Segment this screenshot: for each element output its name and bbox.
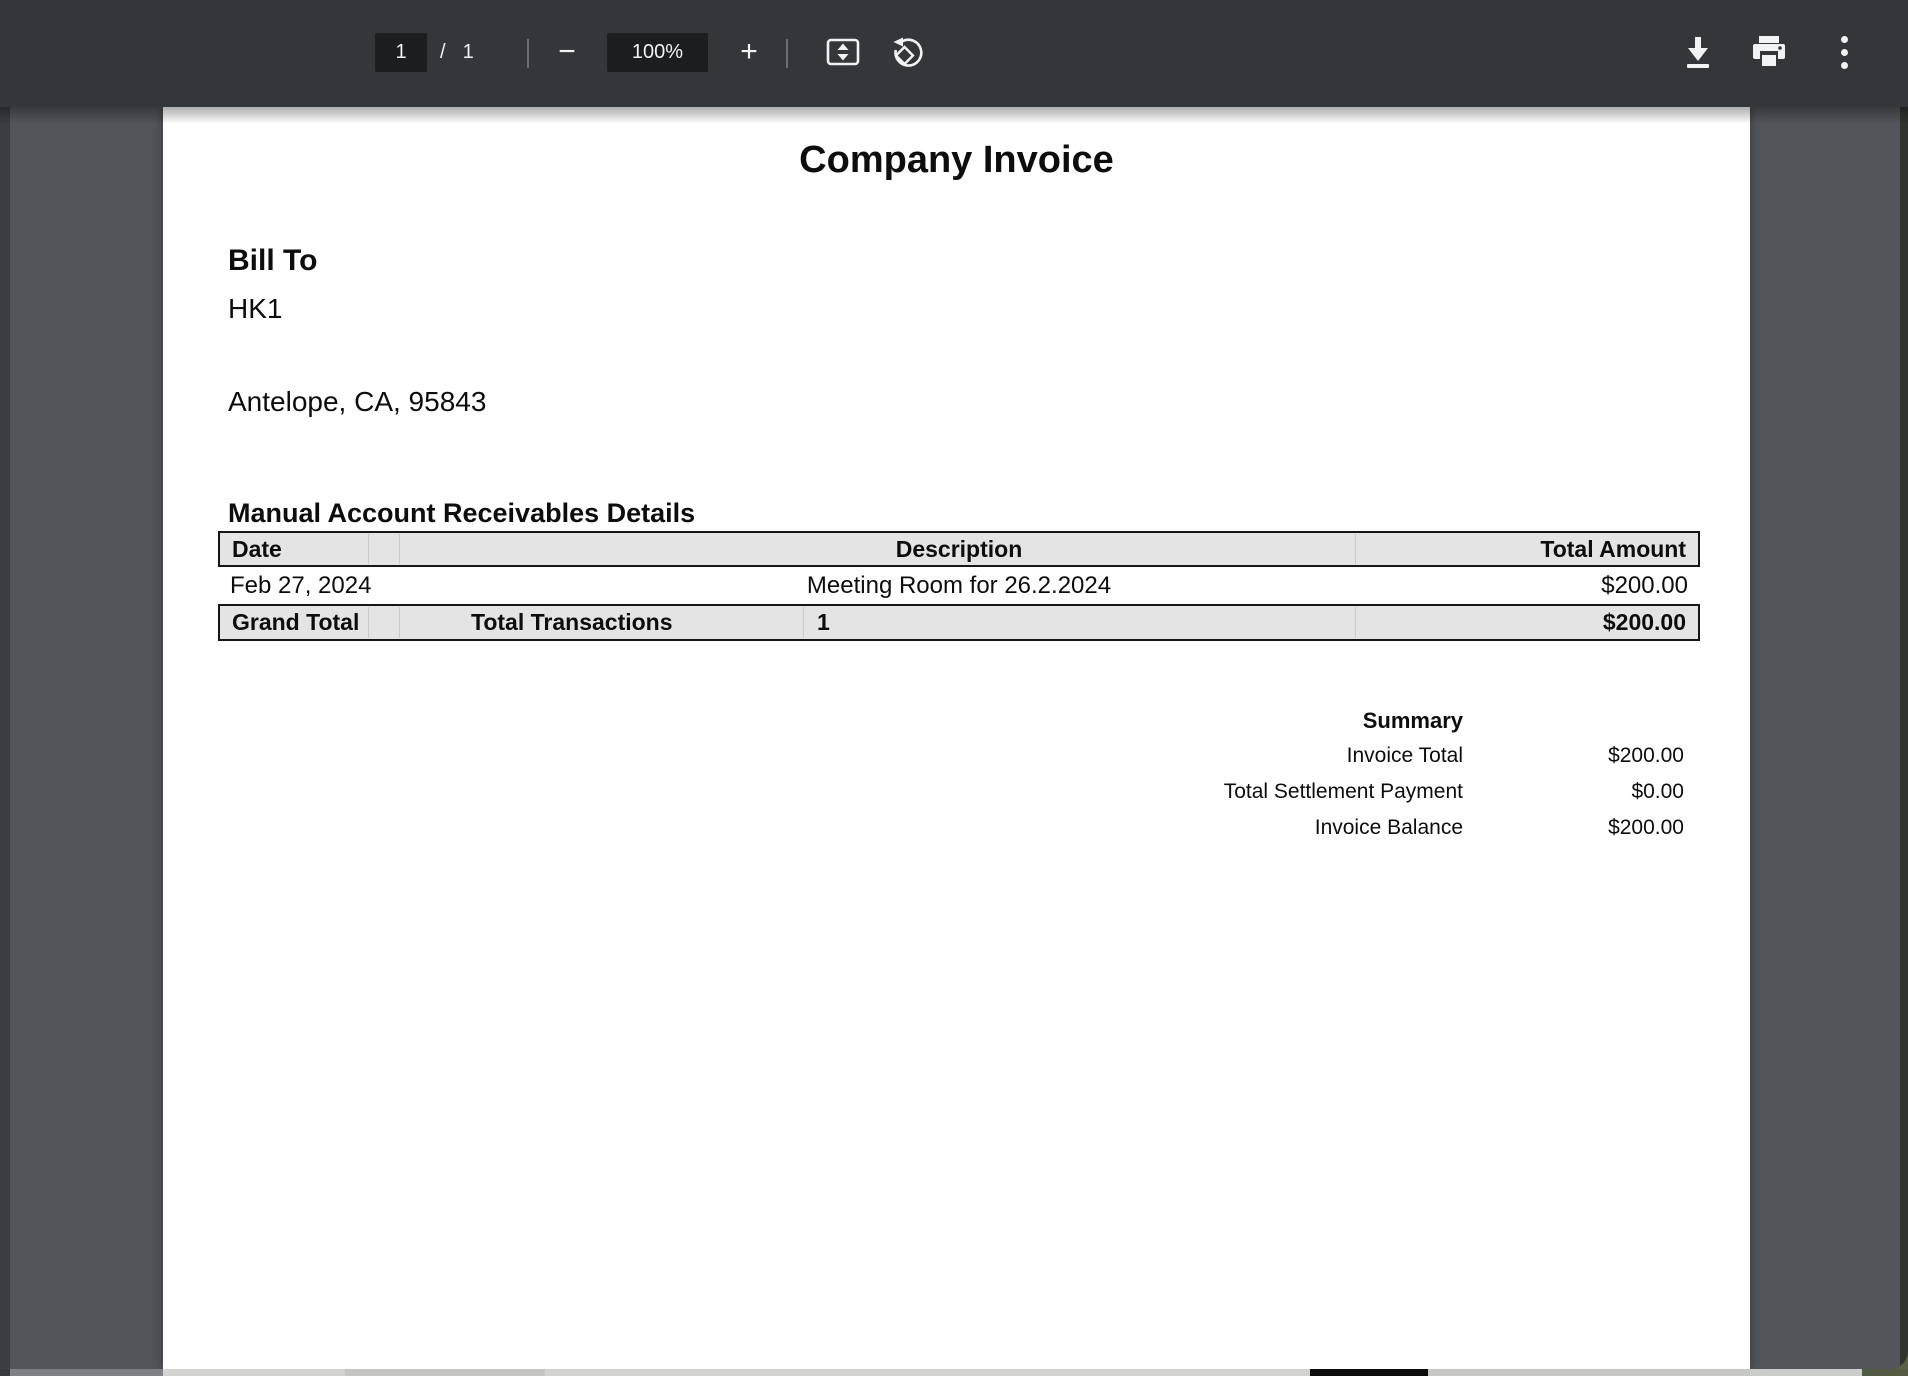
scrollbar-track[interactable] — [1900, 107, 1908, 1369]
summary-section: Summary Invoice Total $200.00 Total Sett… — [784, 708, 1684, 852]
summary-label: Invoice Balance — [1315, 816, 1463, 840]
taskbar-segment — [163, 1369, 345, 1376]
document-viewport: Company Invoice Bill To HK1 Antelope, CA… — [0, 107, 1908, 1369]
table-header-row: Date Description Total Amount — [218, 531, 1700, 567]
page-separator: / — [440, 41, 446, 64]
zoom-in-icon: + — [740, 37, 758, 67]
fit-to-page-button[interactable] — [823, 32, 863, 72]
page-navigation: / 1 — [375, 33, 474, 72]
summary-value: $200.00 — [1608, 744, 1684, 768]
viewer-left-edge — [0, 107, 10, 1369]
pdf-toolbar: / 1 − 100% + — [0, 0, 1908, 107]
taskbar-segment — [345, 1369, 545, 1376]
more-options-button[interactable] — [1824, 32, 1864, 72]
summary-row: Invoice Balance $200.00 — [784, 816, 1684, 852]
column-separator — [399, 534, 400, 564]
summary-label: Invoice Total — [1347, 744, 1463, 768]
zoom-level-value: 100% — [632, 41, 683, 64]
table-row: Feb 27, 2024 Meeting Room for 26.2.2024 … — [218, 567, 1700, 604]
toolbar-divider — [786, 39, 788, 68]
bill-to-address: Antelope, CA, 95843 — [228, 386, 486, 418]
taskbar-segment — [10, 1369, 163, 1376]
summary-heading-row: Summary — [784, 708, 1684, 744]
column-separator — [368, 534, 369, 564]
summary-row: Invoice Total $200.00 — [784, 744, 1684, 780]
download-icon — [1684, 35, 1712, 69]
rotate-counterclockwise-icon — [892, 36, 924, 68]
cell-date: Feb 27, 2024 — [230, 567, 371, 604]
column-separator — [368, 607, 369, 638]
summary-row: Total Settlement Payment $0.00 — [784, 780, 1684, 816]
desktop-edge — [1862, 1369, 1908, 1376]
cell-description: Meeting Room for 26.2.2024 — [807, 567, 1111, 604]
fit-to-page-icon — [826, 37, 860, 67]
screen: / 1 − 100% + — [0, 0, 1908, 1376]
taskbar-segment — [0, 1369, 10, 1376]
page-number-input[interactable] — [375, 33, 427, 72]
grand-total-row: Grand Total Total Transactions 1 $200.00 — [218, 604, 1700, 641]
zoom-out-button[interactable]: − — [547, 32, 587, 72]
zoom-in-button[interactable]: + — [729, 32, 769, 72]
more-options-kebab-icon — [1841, 36, 1848, 69]
column-separator — [1355, 534, 1356, 564]
rotate-button[interactable] — [888, 32, 928, 72]
column-header-date: Date — [232, 533, 282, 565]
receivables-table: Date Description Total Amount Feb 27, 20… — [218, 531, 1700, 641]
zoom-out-icon: − — [558, 37, 576, 67]
download-button[interactable] — [1678, 32, 1718, 72]
grand-total-amount: $200.00 — [1603, 606, 1686, 639]
invoice-title: Company Invoice — [163, 139, 1750, 182]
taskbar-segment — [1750, 1369, 1862, 1376]
cell-amount: $200.00 — [1601, 567, 1688, 604]
summary-value: $0.00 — [1631, 780, 1684, 804]
column-separator — [1355, 607, 1356, 638]
print-icon — [1751, 35, 1787, 69]
zoom-level-field[interactable]: 100% — [607, 33, 708, 72]
column-header-total-amount: Total Amount — [1540, 533, 1686, 565]
print-button[interactable] — [1749, 32, 1789, 72]
page-count-label: 1 — [463, 41, 474, 64]
bill-to-name: HK1 — [228, 293, 282, 325]
column-separator — [399, 607, 400, 638]
taskbar-segment-dark — [1310, 1369, 1428, 1376]
column-separator — [803, 607, 804, 638]
pdf-page: Company Invoice Bill To HK1 Antelope, CA… — [163, 107, 1750, 1369]
total-transactions-label: Total Transactions — [471, 606, 673, 639]
taskbar-segment — [545, 1369, 1310, 1376]
receivables-heading: Manual Account Receivables Details — [228, 498, 695, 529]
summary-heading: Summary — [1363, 708, 1463, 734]
pdf-viewer-window: / 1 − 100% + — [0, 0, 1908, 1369]
column-header-description: Description — [896, 533, 1023, 565]
summary-label: Total Settlement Payment — [1224, 780, 1463, 804]
taskbar-segment — [1428, 1369, 1750, 1376]
toolbar-divider — [527, 39, 529, 68]
grand-total-label: Grand Total — [232, 606, 359, 639]
bill-to-heading: Bill To — [228, 244, 317, 278]
total-transactions-count: 1 — [817, 606, 830, 639]
summary-value: $200.00 — [1608, 816, 1684, 840]
taskbar-strip — [0, 1369, 1908, 1376]
